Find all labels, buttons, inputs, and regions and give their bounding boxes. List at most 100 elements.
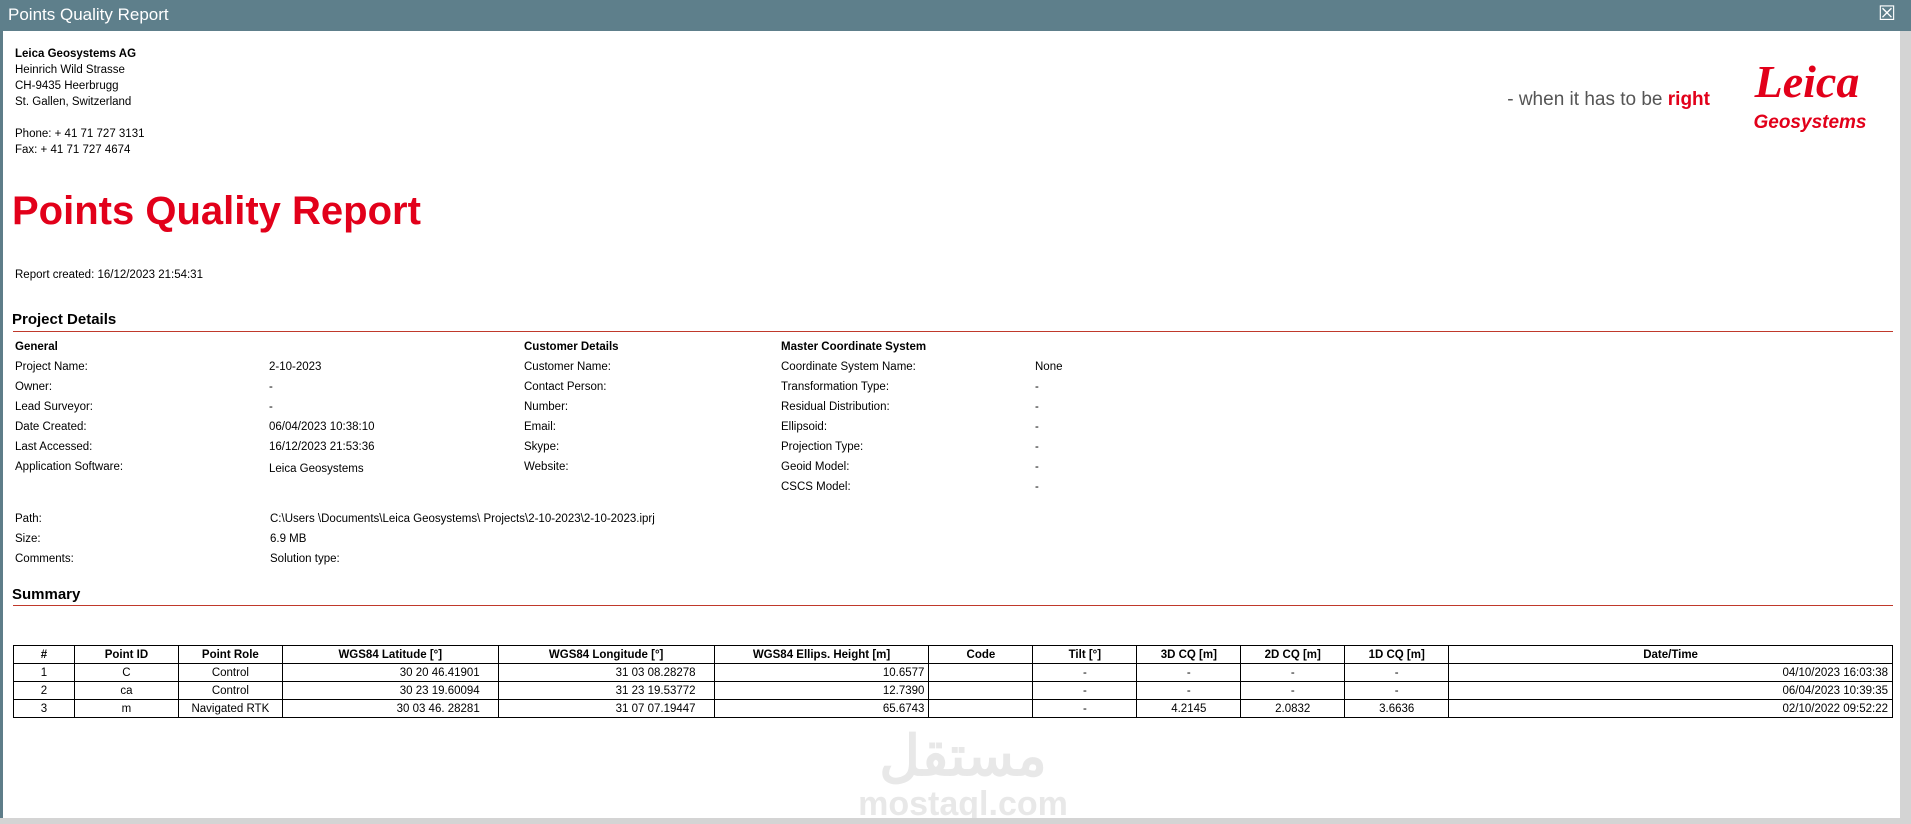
- customer-label: Customer Name:: [524, 361, 611, 373]
- general-heading: General: [15, 341, 58, 353]
- table-cell: 04/10/2023 16:03:38: [1448, 663, 1893, 682]
- table-header-row: # Point ID Point Role WGS84 Latitude [°]…: [13, 645, 1893, 664]
- section-rule: [13, 331, 1893, 332]
- address-line: Heinrich Wild Strasse: [15, 64, 125, 76]
- customer-label: Email:: [524, 421, 556, 433]
- company-name: Leica Geosystems AG: [15, 48, 137, 60]
- column-header: Tilt [°]: [1032, 645, 1138, 664]
- company-address: Leica Geosystems AG Heinrich Wild Strass…: [15, 46, 145, 158]
- report-page: Leica Geosystems AG Heinrich Wild Strass…: [3, 31, 1900, 818]
- table-cell: -: [1344, 681, 1450, 700]
- summary-heading: Summary: [12, 586, 81, 603]
- company-phone: Phone: + 41 71 727 3131: [15, 128, 145, 140]
- column-header: WGS84 Ellips. Height [m]: [713, 645, 930, 664]
- column-header: Point ID: [73, 645, 179, 664]
- table-cell: 2: [13, 681, 75, 700]
- brand-slogan: - when it has to be right: [1507, 89, 1710, 111]
- table-cell: 1: [13, 663, 75, 682]
- master-cs-value: -: [1035, 441, 1039, 453]
- master-cs-label: Coordinate System Name:: [781, 361, 916, 373]
- column-header: 2D CQ [m]: [1240, 645, 1346, 664]
- table-cell: [928, 699, 1034, 718]
- report-title: Points Quality Report: [12, 189, 421, 233]
- leica-logo: Leica Geosystems: [1753, 56, 1866, 133]
- general-value: 2-10-2023: [269, 361, 322, 373]
- general-value: -: [269, 381, 273, 393]
- general-value: -: [269, 401, 273, 413]
- table-cell: m: [73, 699, 179, 718]
- logo-word: Leica: [1754, 56, 1860, 107]
- customer-label: Website:: [524, 461, 569, 473]
- column-header: Point Role: [177, 645, 283, 664]
- path-value: C:\Users \Documents\Leica Geosystems\ Pr…: [270, 513, 655, 525]
- general-label: Date Created:: [15, 421, 87, 433]
- table-cell: -: [1240, 681, 1346, 700]
- table-cell: 06/04/2023 10:39:35: [1448, 681, 1893, 700]
- table-cell: Navigated RTK: [177, 699, 283, 718]
- path-label: Path:: [15, 513, 42, 525]
- master-cs-label: Residual Distribution:: [781, 401, 890, 413]
- general-label: Application Software:: [15, 461, 124, 473]
- table-cell: -: [1136, 681, 1242, 700]
- table-cell: 2.0832: [1240, 699, 1346, 718]
- general-label: Last Accessed:: [15, 441, 93, 453]
- column-header: WGS84 Longitude [°]: [497, 645, 715, 664]
- close-icon[interactable]: ☒: [1877, 3, 1897, 25]
- watermark-arabic: مستقل: [879, 724, 1047, 787]
- master-cs-value: -: [1035, 421, 1039, 433]
- solution-type-label: Solution type:: [270, 553, 340, 565]
- column-header: Date/Time: [1448, 645, 1893, 664]
- customer-label: Contact Person:: [524, 381, 607, 393]
- table-cell: [928, 663, 1034, 682]
- comments-label: Comments:: [15, 553, 74, 565]
- table-cell: Control: [177, 681, 283, 700]
- slogan-emphasis: right: [1667, 89, 1710, 110]
- general-label: Lead Surveyor:: [15, 401, 93, 413]
- window-bottom-border: [0, 818, 1911, 824]
- window-title: Points Quality Report: [8, 5, 169, 24]
- column-header: WGS84 Latitude [°]: [281, 645, 499, 664]
- table-cell: 4.2145: [1136, 699, 1242, 718]
- customer-heading: Customer Details: [524, 341, 619, 353]
- column-header: #: [13, 645, 75, 664]
- table-cell: ca: [73, 681, 179, 700]
- table-cell: 3.6636: [1344, 699, 1450, 718]
- table-cell: 30 03 46. 28281: [281, 699, 499, 718]
- report-created: Report created: 16/12/2023 21:54:31: [15, 269, 203, 281]
- address-line: CH-9435 Heerbrugg: [15, 80, 119, 92]
- table-cell: -: [1136, 663, 1242, 682]
- table-cell: -: [1032, 699, 1138, 718]
- watermark: مستقل mostaql.com: [848, 724, 1078, 819]
- master-cs-label: Transformation Type:: [781, 381, 890, 393]
- table-row: 3 m Navigated RTK 30 03 46. 28281 31 07 …: [13, 699, 1893, 718]
- window-titlebar: Points Quality Report ☒: [0, 0, 1911, 31]
- master-cs-heading: Master Coordinate System: [781, 341, 927, 353]
- table-row: 1 C Control 30 20 46.41901 31 03 08.2827…: [13, 663, 1893, 682]
- master-cs-label: CSCS Model:: [781, 481, 851, 493]
- column-header: 3D CQ [m]: [1136, 645, 1242, 664]
- table-cell: 31 23 19.53772: [497, 681, 715, 700]
- table-cell: -: [1032, 681, 1138, 700]
- window-right-border: [1900, 31, 1911, 824]
- column-header: Code: [928, 645, 1034, 664]
- logo-sub: Geosystems: [1753, 112, 1866, 133]
- table-cell: 31 03 08.28278: [497, 663, 715, 682]
- master-cs-label: Ellipsoid:: [781, 421, 828, 433]
- table-cell: 30 20 46.41901: [281, 663, 499, 682]
- table-cell: 12.7390: [713, 681, 930, 700]
- table-cell: -: [1240, 663, 1346, 682]
- master-cs-value: -: [1035, 481, 1039, 493]
- size-value: 6.9 MB: [270, 533, 307, 545]
- table-cell: 31 07 07.19447: [497, 699, 715, 718]
- master-cs-label: Projection Type:: [781, 441, 864, 453]
- general-label: Owner:: [15, 381, 53, 393]
- table-cell: 30 23 19.60094: [281, 681, 499, 700]
- address-line: St. Gallen, Switzerland: [15, 96, 132, 108]
- master-cs-value: None: [1035, 361, 1063, 373]
- master-cs-value: -: [1035, 461, 1039, 473]
- table-cell: -: [1344, 663, 1450, 682]
- project-details-heading: Project Details: [12, 311, 117, 328]
- table-cell: C: [73, 663, 179, 682]
- table-cell: 10.6577: [713, 663, 930, 682]
- general-value: Leica Geosystems: [269, 463, 364, 475]
